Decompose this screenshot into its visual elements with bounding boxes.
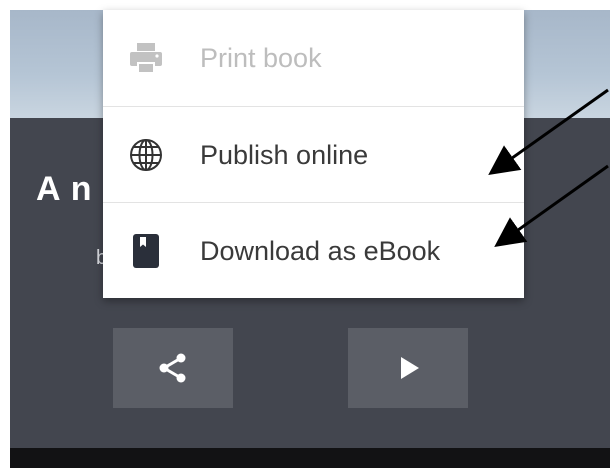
- share-icon: [159, 353, 186, 383]
- menu-item-publish-online[interactable]: Publish online: [103, 106, 524, 203]
- play-icon: [401, 357, 419, 379]
- menu-item-label: Publish online: [200, 139, 369, 170]
- globe-icon: [125, 134, 167, 176]
- share-menu: Print book Publish online Download as eB…: [103, 10, 524, 298]
- menu-item-download-ebook[interactable]: Download as eBook: [103, 202, 524, 299]
- bottom-bar: [10, 448, 610, 468]
- menu-item-print-book[interactable]: Print book: [103, 10, 524, 106]
- menu-item-label: Download as eBook: [200, 235, 441, 266]
- ebook-icon: [125, 230, 167, 272]
- menu-item-label: Print book: [200, 42, 322, 73]
- printer-icon: [125, 37, 167, 79]
- share-button[interactable]: [113, 328, 233, 408]
- play-button[interactable]: [348, 328, 468, 408]
- book-title: A n: [36, 170, 93, 208]
